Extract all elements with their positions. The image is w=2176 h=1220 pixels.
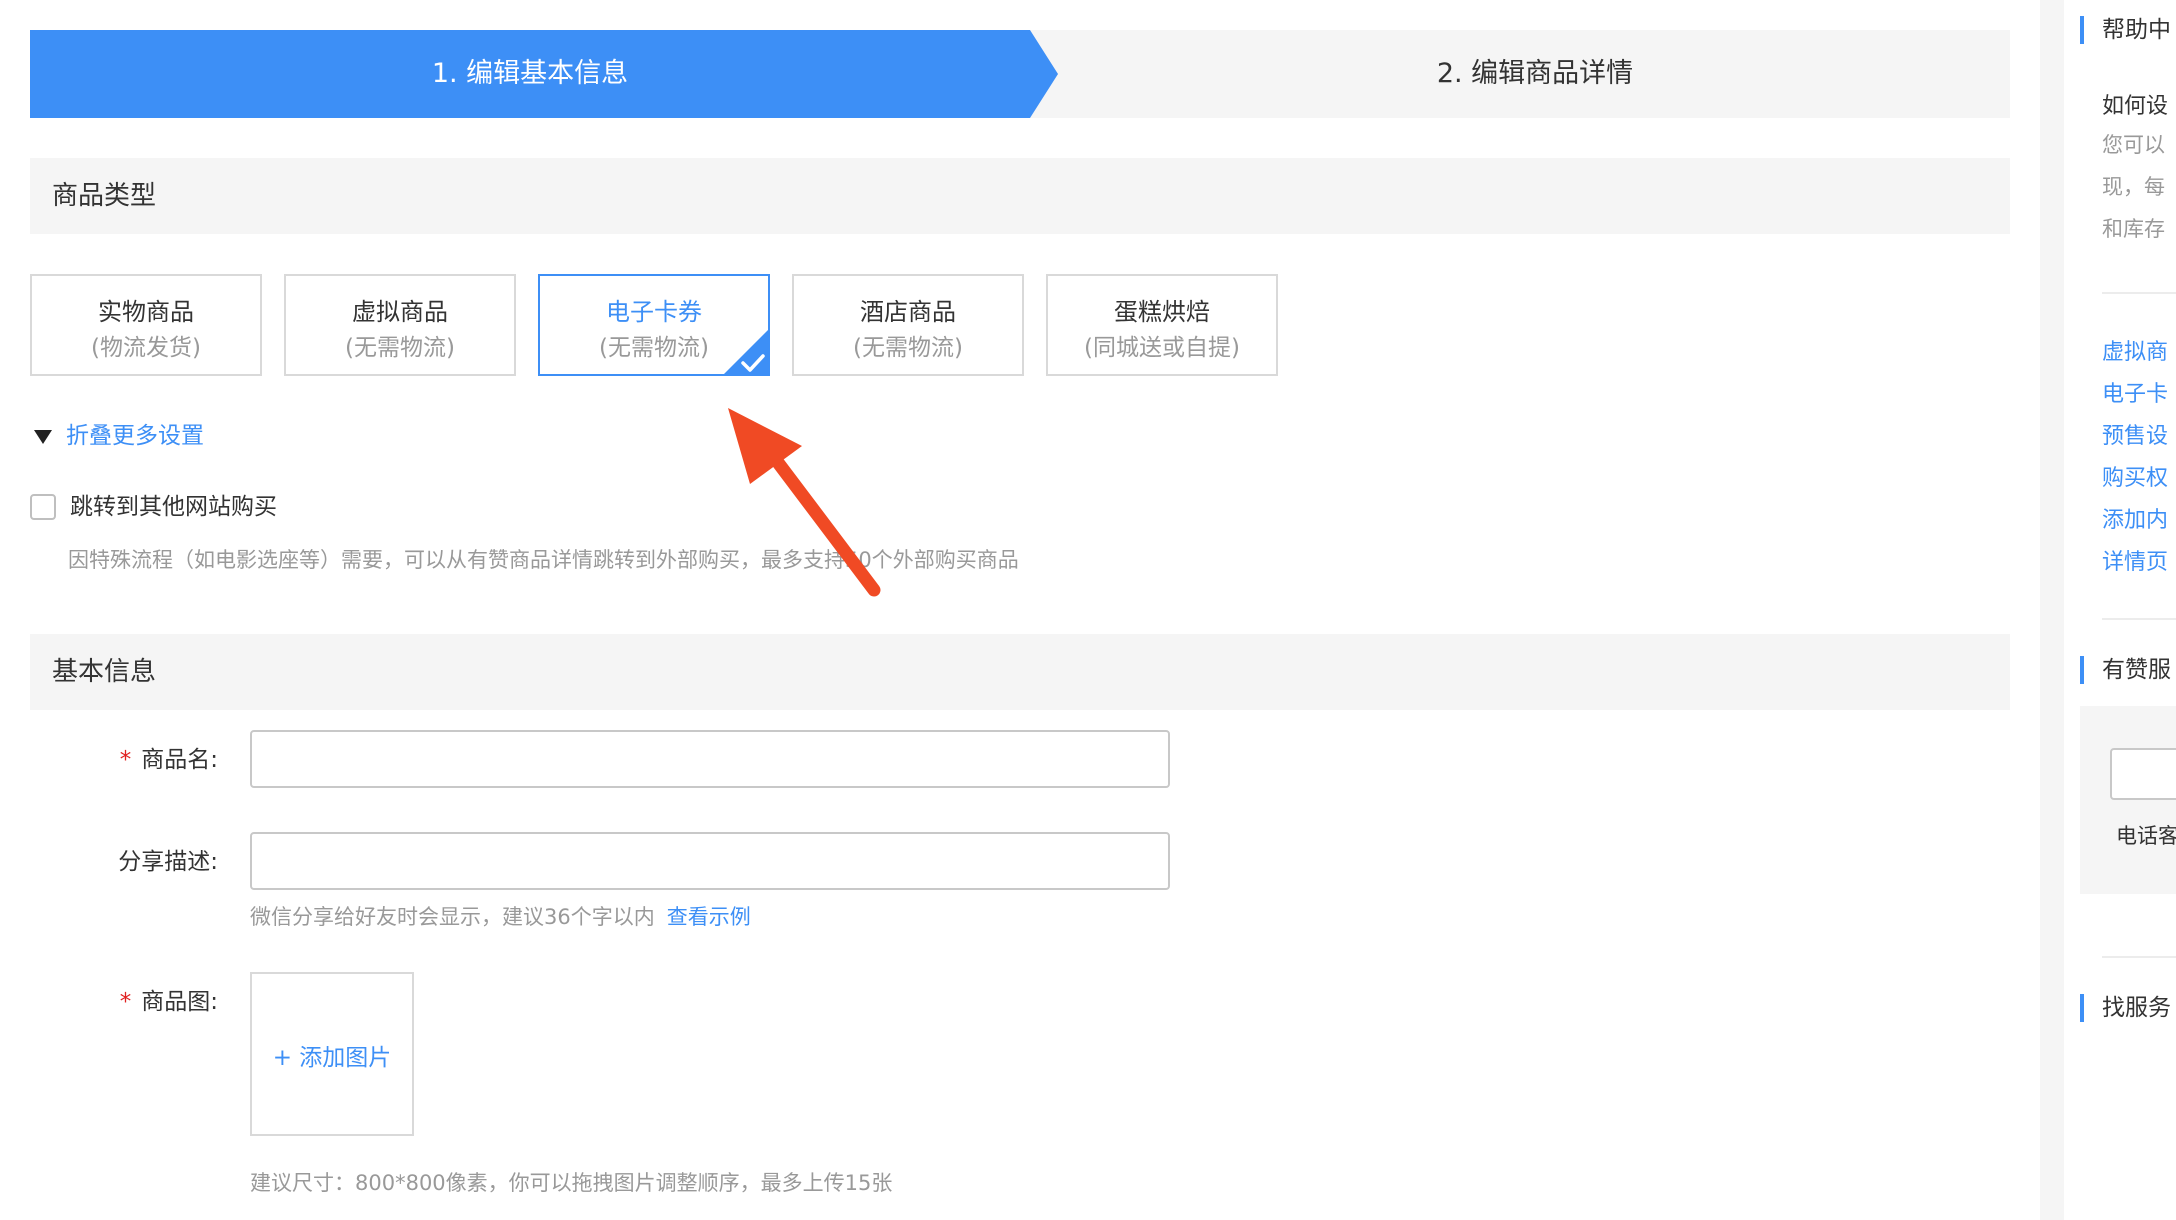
type-card-title: 蛋糕烘焙 <box>1114 298 1210 326</box>
type-card-sub: (无需物流) <box>345 335 455 361</box>
add-image-button[interactable]: + 添加图片 <box>250 972 414 1136</box>
type-card-sub: (无需物流) <box>853 335 963 361</box>
required-mark: * <box>119 747 132 773</box>
step-1[interactable]: 1. 编辑基本信息 <box>30 30 1030 118</box>
help-link[interactable]: 虚拟商 <box>2102 332 2168 374</box>
type-card-hotel[interactable]: 酒店商品 (无需物流) <box>792 274 1024 376</box>
share-desc-input[interactable] <box>250 832 1170 890</box>
step-bar: 1. 编辑基本信息 2. 编辑商品详情 <box>30 30 2010 118</box>
product-image-label: * 商品图: <box>119 989 218 1015</box>
service-title: 有赞服 <box>2080 656 2171 684</box>
type-card-virtual[interactable]: 虚拟商品 (无需物流) <box>284 274 516 376</box>
help-link[interactable]: 预售设 <box>2102 416 2168 458</box>
type-card-title: 实物商品 <box>98 298 194 326</box>
type-card-title: 酒店商品 <box>860 298 956 326</box>
sidebar-separator <box>2102 956 2176 958</box>
type-card-sub: (同城送或自提) <box>1084 335 1240 361</box>
find-service-title: 找服务 <box>2080 994 2171 1022</box>
step-2-label[interactable]: 2. 编辑商品详情 <box>1060 30 2010 118</box>
help-link[interactable]: 添加内 <box>2102 500 2168 542</box>
add-image-label: + 添加图片 <box>272 1045 392 1071</box>
type-card-title: 虚拟商品 <box>352 298 448 326</box>
caret-down-icon <box>34 430 52 444</box>
sidebar-separator <box>2102 618 2176 620</box>
basic-info-title: 基本信息 <box>52 657 157 687</box>
collapse-label: 折叠更多设置 <box>66 423 204 449</box>
service-input[interactable] <box>2110 748 2176 800</box>
step-1-arrow-tip <box>1030 30 1058 118</box>
help-sidebar: 帮助中 如何设 您可以 现，每 和库存 虚拟商 电子卡 预售设 购买权 添加内 … <box>2064 0 2176 1220</box>
help-question: 如何设 <box>2102 94 2169 119</box>
product-name-label: * 商品名: <box>119 747 218 773</box>
view-example-link[interactable]: 查看示例 <box>667 905 751 929</box>
help-answer-line: 现，每 <box>2102 175 2165 199</box>
share-desc-hint: 微信分享给好友时会显示，建议36个字以内 查看示例 <box>250 905 751 929</box>
type-card-cake[interactable]: 蛋糕烘焙 (同城送或自提) <box>1046 274 1278 376</box>
required-mark: * <box>119 989 132 1015</box>
help-link[interactable]: 电子卡 <box>2102 374 2168 416</box>
product-type-header: 商品类型 <box>30 158 2010 234</box>
redirect-checkbox-label[interactable]: 跳转到其他网站购买 <box>70 490 277 524</box>
help-link[interactable]: 详情页 <box>2102 542 2168 584</box>
service-box: 电话客 <box>2080 706 2176 894</box>
product-image-hint: 建议尺寸：800*800像素，你可以拖拽图片调整顺序，最多上传15张 <box>250 1171 893 1195</box>
selected-check-icon <box>722 328 770 376</box>
help-link[interactable]: 购买权 <box>2102 458 2168 500</box>
help-answer-line: 和库存 <box>2102 217 2165 241</box>
step-1-label: 1. 编辑基本信息 <box>431 58 629 89</box>
product-type-title: 商品类型 <box>52 181 157 211</box>
sidebar-separator <box>2102 292 2176 294</box>
help-center-title: 帮助中 <box>2080 16 2171 44</box>
service-phone-label: 电话客 <box>2116 824 2176 848</box>
sidebar-divider <box>2040 0 2064 1220</box>
annotation-arrow-icon <box>728 408 881 597</box>
type-card-sub: (物流发货) <box>91 335 201 361</box>
type-card-title: 电子卡券 <box>606 298 702 326</box>
type-card-ecard[interactable]: 电子卡券 (无需物流) <box>538 274 770 376</box>
share-desc-label: 分享描述: <box>118 849 218 875</box>
type-card-physical[interactable]: 实物商品 (物流发货) <box>30 274 262 376</box>
help-answer-line: 您可以 <box>2102 133 2165 157</box>
basic-info-header: 基本信息 <box>30 634 2010 710</box>
product-name-input[interactable] <box>250 730 1170 788</box>
redirect-checkbox[interactable] <box>30 494 56 520</box>
